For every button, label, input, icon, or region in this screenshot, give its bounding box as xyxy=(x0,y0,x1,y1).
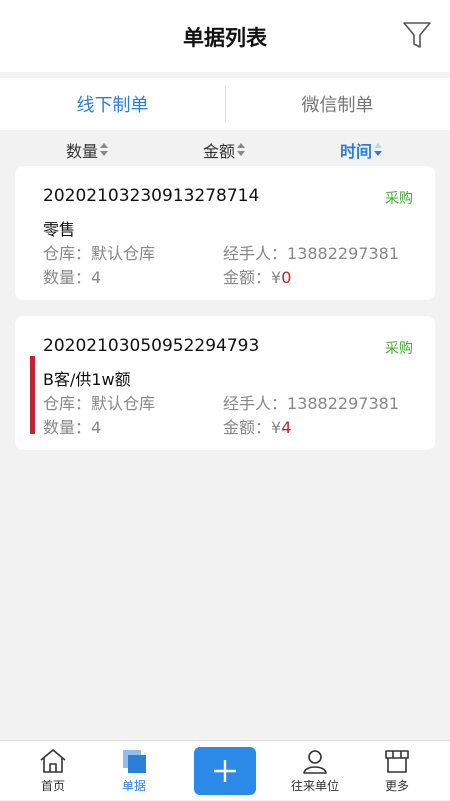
nav-more[interactable]: 更多 xyxy=(362,741,432,801)
warehouse-label: 仓库： xyxy=(43,244,92,263)
quantity-label: 数量： xyxy=(43,418,92,437)
quantity-value: 4 xyxy=(91,268,102,287)
sort-bar: 数量 金额 时间 xyxy=(0,130,450,166)
warehouse-label: 仓库： xyxy=(43,394,92,413)
order-number: 20202103050952294793 xyxy=(43,336,260,356)
store-icon xyxy=(385,750,409,773)
quantity-field: 数量：4 xyxy=(43,264,101,288)
order-card[interactable]: 20202103230913278714 采购 零售 仓库：默认仓库 经手人：1… xyxy=(15,166,435,300)
highlight-flag xyxy=(30,356,35,434)
nav-contacts-label: 往来单位 xyxy=(290,779,339,793)
sort-arrows-icon xyxy=(100,143,109,157)
amount-field: 金额：¥0 xyxy=(223,264,291,288)
tab-wechat[interactable]: 微信制单 xyxy=(225,78,450,130)
home-icon xyxy=(40,749,66,773)
order-source-tabs: 线下制单 微信制单 xyxy=(0,78,450,130)
quantity-field: 数量：4 xyxy=(43,414,101,438)
sort-time-label: 时间 xyxy=(340,142,373,161)
page-title: 单据列表 xyxy=(183,26,267,50)
sort-quantity-label: 数量 xyxy=(66,142,99,161)
add-order-button[interactable] xyxy=(194,747,256,795)
sort-amount-label: 金额 xyxy=(203,142,236,161)
customer-name: 零售 xyxy=(43,220,76,239)
handler-field: 经手人：13882297381 xyxy=(223,240,399,264)
order-type-badge: 采购 xyxy=(385,191,413,207)
documents-icon xyxy=(123,750,146,773)
contacts-icon xyxy=(303,750,327,774)
nav-home-label: 首页 xyxy=(40,779,65,793)
handler-value: 13882297381 xyxy=(287,244,399,263)
handler-label: 经手人： xyxy=(223,244,288,263)
amount-label: 金额：¥ xyxy=(223,268,282,287)
amount-value: 4 xyxy=(281,418,292,437)
nav-more-label: 更多 xyxy=(384,779,409,793)
customer-name: B客/供1w额 xyxy=(43,370,131,389)
warehouse-field: 仓库：默认仓库 xyxy=(43,240,155,264)
sort-arrows-icon xyxy=(374,143,383,157)
warehouse-field: 仓库：默认仓库 xyxy=(43,390,155,414)
nav-home[interactable]: 首页 xyxy=(18,741,88,801)
sort-quantity[interactable]: 数量 xyxy=(66,138,109,162)
sort-arrows-icon xyxy=(237,143,246,157)
amount-value: 0 xyxy=(281,268,292,287)
nav-documents[interactable]: 单据 xyxy=(99,741,169,801)
sort-amount[interactable]: 金额 xyxy=(203,138,246,162)
nav-contacts[interactable]: 往来单位 xyxy=(280,741,350,801)
order-type-badge: 采购 xyxy=(385,341,413,357)
quantity-value: 4 xyxy=(91,418,102,437)
tab-offline[interactable]: 线下制单 xyxy=(0,78,225,130)
plus-icon xyxy=(214,760,236,782)
amount-label: 金额：¥ xyxy=(223,418,282,437)
nav-documents-label: 单据 xyxy=(121,779,146,793)
handler-label: 经手人： xyxy=(223,394,288,413)
amount-field: 金额：¥4 xyxy=(223,414,291,438)
order-card[interactable]: 20202103050952294793 采购 B客/供1w额 仓库：默认仓库 … xyxy=(15,316,435,450)
warehouse-value: 默认仓库 xyxy=(91,394,156,413)
app-header: 单据列表 xyxy=(0,0,450,72)
order-number: 20202103230913278714 xyxy=(43,186,260,206)
handler-value: 13882297381 xyxy=(287,394,399,413)
handler-field: 经手人：13882297381 xyxy=(223,390,399,414)
filter-icon[interactable] xyxy=(402,20,432,50)
sort-time[interactable]: 时间 xyxy=(340,138,383,162)
bottom-nav: 首页 单据 往来单位 更多 xyxy=(0,740,450,800)
quantity-label: 数量： xyxy=(43,268,92,287)
warehouse-value: 默认仓库 xyxy=(91,244,156,263)
